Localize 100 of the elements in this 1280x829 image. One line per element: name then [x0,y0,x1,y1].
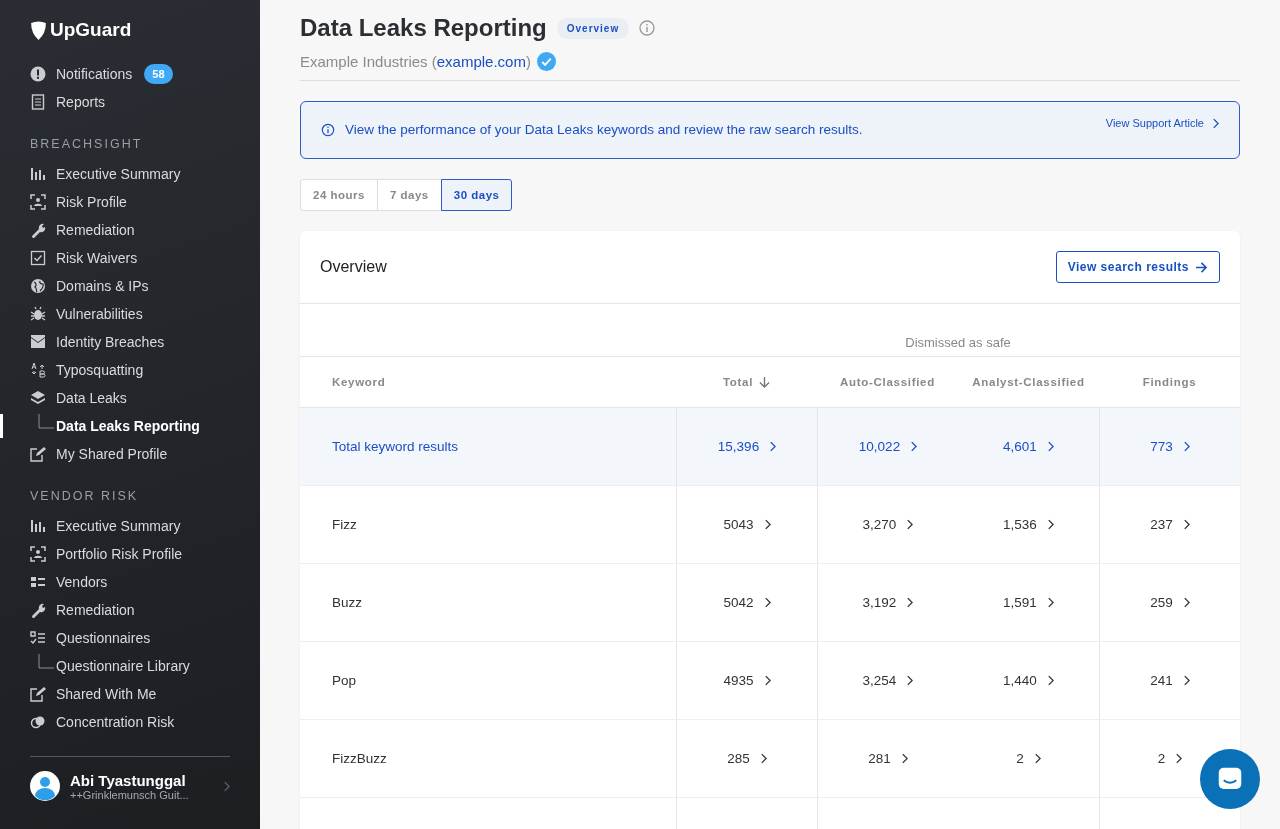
edit-icon [30,446,46,462]
sort-arrow-icon [759,375,771,389]
count-link[interactable]: 10,022 [858,439,918,454]
keyword-cell: Total keyword results [332,439,459,454]
nav-item[interactable]: Identity Breaches [30,328,230,356]
period-tab[interactable]: 7 days [376,179,442,211]
count-link[interactable]: 5043 [723,517,771,532]
period-tab[interactable]: 30 days [440,179,513,211]
nav-item[interactable]: Risk Waivers [30,244,230,272]
user-menu[interactable]: Abi Tyastunggal ++Grinklemunsch Guit... [30,756,230,829]
checkbox-icon [30,250,46,266]
keyword-cell: Buzz [332,595,362,610]
nav-item[interactable]: Reports [30,88,230,116]
chevron-icon [1175,753,1183,764]
column-header[interactable]: Auto-Classified [817,376,958,388]
support-link[interactable]: View Support Article [1105,117,1219,129]
chevron-icon [759,753,767,764]
count-link[interactable]: 4,601 [1003,439,1054,454]
section-heading: VENDOR RISK [30,488,140,505]
count-link[interactable]: 1,591 [1003,595,1054,610]
chat-button[interactable] [1200,749,1260,809]
count-link[interactable]: 237 [1150,517,1190,532]
bar-chart-icon [30,518,46,534]
column-header[interactable]: Keyword [300,376,676,388]
column-header[interactable]: Findings [1099,376,1240,388]
chevron-icon [906,597,914,608]
info-icon[interactable] [639,20,656,36]
count-link[interactable]: 15,396 [717,439,777,454]
nav-item[interactable]: Executive Summary [30,512,230,540]
wrench-icon [30,602,46,618]
column-group-header: Dismissed as safe [904,335,1012,352]
chevron-icon [906,519,914,530]
count-link[interactable]: 2 [1016,751,1041,766]
logo-text: UpGuard [50,19,132,41]
nav-item[interactable]: Typosquatting [30,356,230,384]
nav-item[interactable]: Data Leaks [30,384,230,412]
count-link[interactable]: 1,536 [1003,517,1054,532]
chevron-icon [1182,441,1190,452]
keyword-cell: Pop [332,673,357,688]
nav-item[interactable]: Risk Profile [30,188,230,216]
count-badge: 58 [144,64,173,84]
chevron-icon [223,780,230,792]
nav-item[interactable]: Concentration Risk [30,708,230,736]
total-row[interactable]: Total keyword results 15,396 10,022 4,601 773 [300,408,1240,486]
nav-item[interactable]: Notifications 58 [30,60,230,88]
card-title: Overview [320,258,387,276]
nav-subitem[interactable]: Data Leaks Reporting [30,412,230,440]
shield-icon [30,20,47,40]
nav-item[interactable]: Vendors [30,568,230,596]
view-results-button[interactable]: View search results [1055,251,1220,283]
chevron-icon [910,441,918,452]
user-name: Abi Tyastunggal [70,771,187,789]
nav-item[interactable]: Vulnerabilities [30,300,230,328]
chevron-icon [763,675,771,686]
chevron-icon [1046,519,1054,530]
count-link[interactable]: 4935 [723,673,771,688]
chevron-icon [763,597,771,608]
list-icon [30,574,46,590]
nav-item[interactable]: Domains & IPs [30,272,230,300]
chevron-icon [763,519,771,530]
keyword-cell: Fizz [332,517,357,532]
count-link[interactable]: 5042 [723,595,771,610]
chevron-icon [1046,675,1054,686]
period-tab[interactable]: 24 hours [300,179,378,211]
count-link[interactable]: 281 [868,751,908,766]
layers-icon [30,390,46,406]
domain-link[interactable]: example.com [436,53,526,70]
chevron-icon [1046,441,1054,452]
nav-item[interactable]: Portfolio Risk Profile [30,540,230,568]
count-link[interactable]: 241 [1150,673,1190,688]
section-heading: BREACHSIGHT [30,136,144,153]
organization-name: ++Grinklemunsch Guit... [70,788,190,801]
nav-item[interactable]: Remediation [30,216,230,244]
nav-item[interactable]: Shared With Me [30,680,230,708]
count-link[interactable]: 3,192 [862,595,914,610]
column-header[interactable]: Analyst-Classified [958,376,1099,388]
count-link[interactable]: 285 [727,751,767,766]
tree-line-icon [38,414,54,430]
document-icon [30,94,46,110]
company-name: Example Industries (example.com) [300,53,531,70]
bug-icon [30,306,46,322]
nav-item[interactable]: My Shared Profile [30,440,230,468]
column-header[interactable]: Total [676,375,817,389]
checklist-icon [30,630,46,646]
count-link[interactable]: 1,440 [1003,673,1054,688]
count-link[interactable]: 773 [1150,439,1190,454]
chevron-icon [900,753,908,764]
count-link[interactable]: 2 [1157,751,1183,766]
nav-subitem[interactable]: Questionnaire Library [30,652,230,680]
tree-line-icon [38,654,54,670]
nav-item[interactable]: Questionnaires [30,624,230,652]
person-frame-icon [30,546,46,562]
avatar-icon [30,771,60,801]
chevron-icon [1033,753,1041,764]
count-link[interactable]: 3,254 [862,673,914,688]
nav-item[interactable]: Executive Summary [30,160,230,188]
count-link[interactable]: 3,270 [862,517,914,532]
chevron-icon [1182,519,1190,530]
count-link[interactable]: 259 [1150,595,1190,610]
nav-item[interactable]: Remediation [30,596,230,624]
